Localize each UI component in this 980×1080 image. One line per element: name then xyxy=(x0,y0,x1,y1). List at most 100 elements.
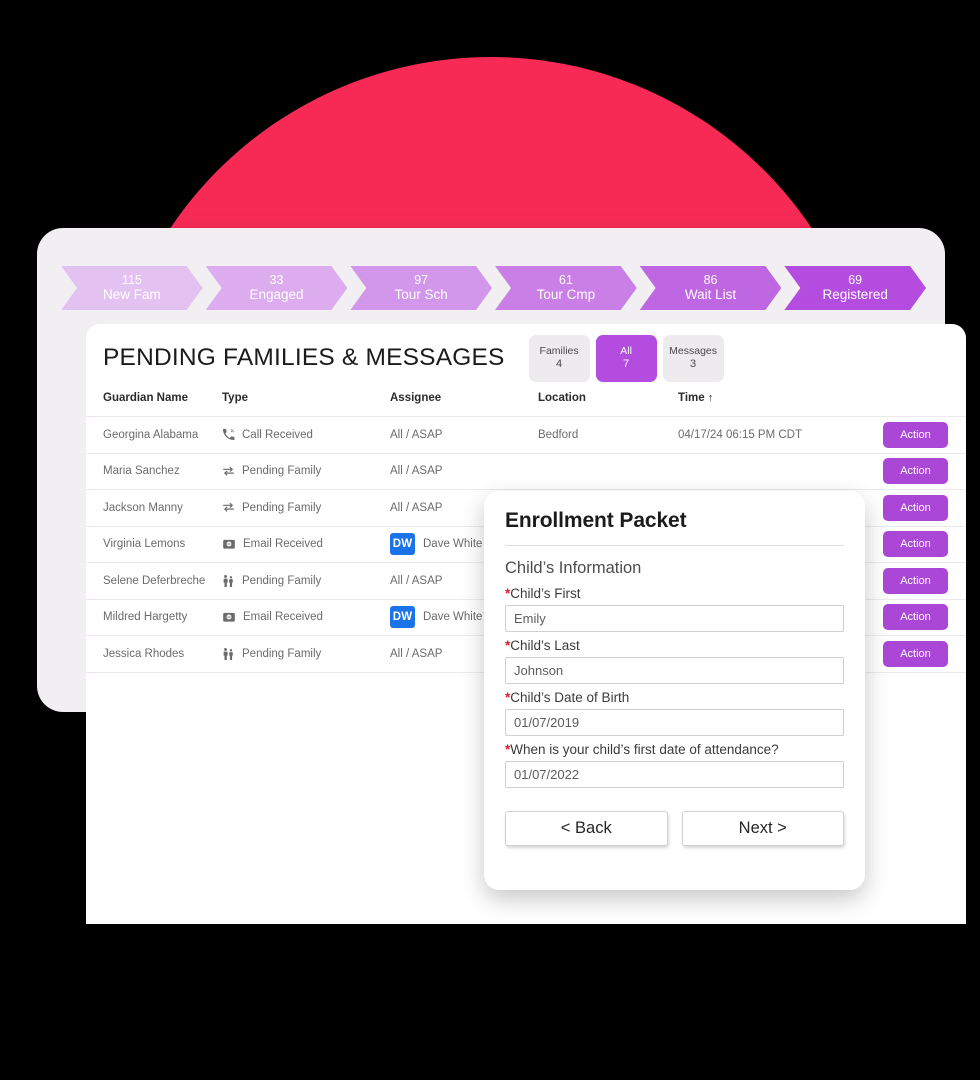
field-input[interactable] xyxy=(505,761,844,788)
page-title: PENDING FAMILIES & MESSAGES xyxy=(103,344,505,371)
action-button[interactable]: Action xyxy=(883,531,948,558)
email-icon xyxy=(222,537,236,551)
swap-icon xyxy=(222,465,235,478)
type-label: Pending Family xyxy=(242,465,322,478)
column-header-assignee[interactable]: Assignee xyxy=(390,392,538,417)
table-row[interactable]: Georgina Alabama Call Received All / ASAP B… xyxy=(86,416,966,453)
funnel-step-label: Engaged xyxy=(249,287,304,303)
family-icon xyxy=(222,647,235,661)
cell-guardian-name: Georgina Alabama xyxy=(86,416,222,453)
modal-title: Enrollment Packet xyxy=(505,509,844,546)
action-button[interactable]: Action xyxy=(883,640,948,667)
column-header-guardian-name[interactable]: Guardian Name xyxy=(86,392,222,417)
funnel-step-label: Registered xyxy=(822,287,888,303)
funnel-step-count: 69 xyxy=(848,273,863,288)
cell-action: Action xyxy=(883,416,966,453)
cell-type: Pending Family xyxy=(222,635,390,673)
tab-families[interactable]: Families 4 xyxy=(528,334,590,382)
funnel-step-tour-cmp[interactable]: 61 Tour Cmp xyxy=(495,266,637,310)
cell-type: Email Received xyxy=(222,598,390,636)
type-label: Email Received xyxy=(243,538,323,551)
type-label: Pending Family xyxy=(242,501,322,514)
cell-action: Action xyxy=(883,489,966,526)
field-input[interactable] xyxy=(505,657,844,684)
field-label: *Child’s Last xyxy=(505,638,844,653)
assignee-name: All / ASAP xyxy=(390,647,443,660)
cell-location xyxy=(538,452,678,490)
cell-guardian-name: Maria Sanchez xyxy=(86,452,222,490)
cell-guardian-name: Selene Deferbreche xyxy=(86,562,222,599)
column-header-time[interactable]: Time ↑ xyxy=(678,392,883,417)
table-header-row: Guardian Name Type Assignee Location Tim… xyxy=(86,392,966,417)
tab-label: Families xyxy=(539,344,579,357)
funnel-step-label: Tour Sch xyxy=(394,287,448,303)
assignee-name: All / ASAP xyxy=(390,465,443,478)
enrollment-packet-modal: Enrollment Packet Child’s Information *C… xyxy=(484,491,865,890)
avatar: DW xyxy=(390,533,415,556)
type-label: Pending Family xyxy=(242,647,322,660)
cell-time: 04/17/24 06:15 PM CDT xyxy=(678,416,883,453)
field-label-text: Child’s Date of Birth xyxy=(510,690,630,705)
cell-type: Pending Family xyxy=(222,562,390,599)
tab-all[interactable]: All 7 xyxy=(595,334,657,382)
cell-time xyxy=(678,452,883,490)
cell-guardian-name: Mildred Hargetty xyxy=(86,598,222,636)
funnel-step-count: 33 xyxy=(269,273,284,288)
type-label: Email Received xyxy=(243,611,323,624)
tab-count: 3 xyxy=(690,357,697,370)
form-field: *When is your child’s first date of atte… xyxy=(505,742,844,794)
modal-footer-buttons: < Back Next > xyxy=(505,811,844,846)
cell-guardian-name: Jessica Rhodes xyxy=(86,635,222,673)
funnel-step-count: 86 xyxy=(703,273,718,288)
assignee-name: All / ASAP xyxy=(390,574,443,587)
form-field: *Child’s Last xyxy=(505,638,844,690)
funnel-step-registered[interactable]: 69 Registered xyxy=(784,266,926,310)
cell-action: Action xyxy=(883,598,966,636)
field-input[interactable] xyxy=(505,605,844,632)
action-button[interactable]: Action xyxy=(883,604,948,631)
field-label: *When is your child’s first date of atte… xyxy=(505,742,844,757)
cell-type: Call Received xyxy=(222,416,390,453)
field-label-text: When is your child’s first date of atten… xyxy=(510,742,779,757)
assignee-name: All / ASAP xyxy=(390,501,443,514)
email-icon xyxy=(222,610,236,624)
tab-count: 7 xyxy=(623,357,630,370)
next-button[interactable]: Next > xyxy=(681,811,844,846)
field-label: *Child’s First xyxy=(505,586,844,601)
type-label: Pending Family xyxy=(242,574,322,587)
action-button[interactable]: Action xyxy=(883,567,948,594)
funnel-step-count: 115 xyxy=(121,273,142,288)
table-row[interactable]: Maria Sanchez Pending Family All / ASAP Act… xyxy=(86,452,966,490)
field-input[interactable] xyxy=(505,709,844,736)
column-header-type[interactable]: Type xyxy=(222,392,390,417)
phone-icon xyxy=(222,428,235,441)
funnel-step-wait-list[interactable]: 86 Wait List xyxy=(640,266,782,310)
assignee-name: Dave White xyxy=(423,611,483,624)
cell-location: Bedford xyxy=(538,416,678,453)
field-label-text: Child’s Last xyxy=(510,638,580,653)
cell-guardian-name: Jackson Manny xyxy=(86,489,222,526)
funnel-step-tour-sch[interactable]: 97 Tour Sch xyxy=(350,266,492,310)
funnel-step-count: 97 xyxy=(414,273,429,288)
funnel-step-count: 61 xyxy=(558,273,573,288)
action-button[interactable]: Action xyxy=(883,421,948,448)
funnel-step-new-fam[interactable]: 115 New Fam xyxy=(61,266,203,310)
cell-type: Pending Family xyxy=(222,452,390,490)
cell-guardian-name: Virginia Lemons xyxy=(86,525,222,563)
funnel-step-engaged[interactable]: 33 Engaged xyxy=(206,266,348,310)
tab-label: All xyxy=(620,344,632,357)
cell-action: Action xyxy=(883,525,966,563)
cell-type: Email Received xyxy=(222,525,390,563)
column-header-location[interactable]: Location xyxy=(538,392,678,417)
table-header: Guardian Name Type Assignee Location Tim… xyxy=(86,392,966,417)
cell-assignee: All / ASAP xyxy=(390,452,538,490)
funnel-step-label: Tour Cmp xyxy=(536,287,596,303)
action-button[interactable]: Action xyxy=(883,458,948,485)
tab-messages[interactable]: Messages 3 xyxy=(662,334,724,382)
action-button[interactable]: Action xyxy=(883,494,948,521)
column-header-time-label: Time xyxy=(678,392,705,404)
cell-type: Pending Family xyxy=(222,489,390,526)
cell-action: Action xyxy=(883,635,966,673)
back-button[interactable]: < Back xyxy=(505,811,668,846)
form-field: *Child’s First xyxy=(505,586,844,638)
